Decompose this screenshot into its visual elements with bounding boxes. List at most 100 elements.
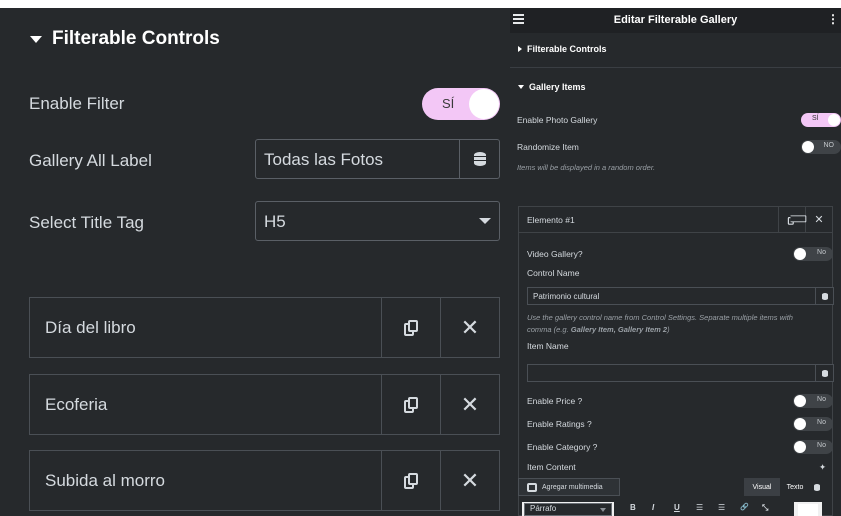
duplicate-button[interactable]	[381, 298, 440, 357]
close-icon: ✕	[460, 314, 480, 340]
control-name-label: Control Name	[527, 268, 580, 278]
list-item-label: Día del libro	[45, 317, 136, 337]
dynamic-tags-button[interactable]	[815, 288, 833, 304]
tab-visual[interactable]: Visual	[744, 478, 780, 496]
enable-photo-gallery-toggle[interactable]: SÍ	[801, 113, 841, 127]
title-tag-value: H5	[264, 212, 286, 231]
enable-price-label: Enable Price ?	[527, 396, 583, 406]
video-gallery-label: Video Gallery?	[527, 249, 583, 259]
italic-button[interactable]: I	[652, 503, 654, 512]
enable-filter-label: Enable Filter	[29, 94, 125, 113]
filterable-controls-section[interactable]: Filterable Controls	[518, 44, 607, 54]
format-select-value: Párrafo	[530, 504, 557, 513]
database-icon	[821, 369, 828, 377]
remove-button[interactable]: ✕	[440, 375, 499, 434]
select-title-tag-label: Select Title Tag	[29, 213, 144, 232]
enable-price-toggle[interactable]: No	[793, 394, 833, 408]
remove-button[interactable]: ✕	[805, 207, 832, 232]
add-media-label: Agregar multimedia	[542, 483, 603, 491]
dynamic-tags-button[interactable]	[459, 140, 499, 178]
bold-button[interactable]: B	[630, 503, 636, 512]
toggle-text: No	[817, 419, 826, 426]
item-name-input[interactable]	[527, 364, 834, 382]
dynamic-tags-button[interactable]	[815, 365, 833, 381]
more-options-icon[interactable]: ⋮	[827, 12, 839, 26]
media-icon	[527, 482, 537, 492]
control-note-line-1: Use the gallery control name from Contro…	[527, 313, 793, 322]
filterable-controls-section-header[interactable]: Filterable Controls	[30, 28, 220, 50]
caret-down-icon	[30, 35, 42, 43]
item-content-label: Item Content	[527, 462, 576, 472]
paragraph-format-select[interactable]: Párrafo	[524, 503, 612, 516]
panel-title: Editar Filterable Gallery	[613, 14, 738, 26]
close-icon: ✕	[460, 391, 480, 417]
list-item[interactable]: Ecoferia ✕	[29, 374, 500, 435]
toggle-knob	[802, 141, 814, 153]
bullet-list-button[interactable]: ☰	[696, 503, 703, 512]
tab-texto[interactable]: Texto	[782, 478, 808, 496]
repeater-item-header[interactable]: Elemento #1 ✕	[518, 206, 833, 233]
copy-icon	[787, 214, 807, 225]
section-title: Filterable Controls	[52, 28, 220, 49]
database-icon	[821, 292, 828, 300]
toggle-knob	[469, 89, 499, 119]
toggle-text: SÍ	[442, 96, 455, 111]
enable-filter-toggle[interactable]: SÍ	[422, 88, 500, 120]
gallery-all-label: Gallery All Label	[29, 151, 152, 170]
screenshot: Filterable Controls Enable Filter SÍ Gal…	[0, 0, 841, 516]
duplicate-button[interactable]	[381, 375, 440, 434]
list-item-label: Ecoferia	[45, 394, 108, 414]
panel-header: Editar Filterable Gallery ⋮	[510, 8, 841, 33]
dynamic-tags-button[interactable]	[809, 478, 825, 496]
list-item[interactable]: Día del libro ✕	[29, 297, 500, 358]
randomize-item-label: Randomize Item	[517, 142, 579, 152]
enable-category-label: Enable Category ?	[527, 442, 598, 452]
control-name-input[interactable]: Patrimonio cultural	[527, 287, 834, 305]
toolbar-toggle-button[interactable]	[798, 504, 818, 516]
section-label: Filterable Controls	[527, 44, 607, 54]
enable-category-toggle[interactable]: No	[793, 440, 833, 454]
repeater-item-title: Elemento #1	[527, 214, 575, 225]
enable-ratings-label: Enable Ratings ?	[527, 419, 592, 429]
toggle-knob	[794, 395, 806, 407]
right-panel: Editar Filterable Gallery ⋮ Filterable C…	[510, 8, 841, 516]
chevron-down-icon	[479, 218, 491, 224]
randomize-note: Items will be displayed in a random orde…	[517, 163, 656, 172]
gallery-items-section[interactable]: Gallery Items	[518, 82, 586, 92]
database-icon	[473, 152, 486, 166]
control-note-line-2: comma (e.g. Gallery Item, Gallery Item 2…	[527, 325, 670, 334]
chevron-down-icon	[600, 508, 606, 512]
gallery-all-input[interactable]: Todas las Fotos	[255, 139, 500, 179]
title-tag-select[interactable]: H5	[255, 201, 500, 241]
enable-photo-gallery-label: Enable Photo Gallery	[517, 115, 598, 125]
toggle-text: No	[817, 249, 826, 256]
close-icon: ✕	[814, 214, 824, 226]
add-media-button[interactable]: Agregar multimedia	[518, 478, 620, 496]
toggle-text: NO	[823, 142, 835, 149]
fullscreen-button[interactable]: ⤡	[762, 503, 768, 513]
caret-down-icon	[518, 85, 524, 89]
copy-icon	[404, 396, 418, 413]
video-gallery-toggle[interactable]: No	[793, 247, 833, 261]
toggle-text: No	[817, 442, 826, 449]
duplicate-button[interactable]	[381, 451, 440, 510]
list-item[interactable]: Subida al morro ✕	[29, 450, 500, 511]
copy-icon	[404, 319, 418, 336]
copy-icon	[404, 472, 418, 489]
underline-button[interactable]: U	[674, 503, 680, 512]
ai-sparkle-icon[interactable]: ✦	[819, 462, 826, 473]
editor-toolbar: Agregar multimedia Visual Texto	[518, 478, 825, 496]
link-button[interactable]: 🔗	[740, 503, 749, 511]
duplicate-button[interactable]	[778, 207, 807, 232]
toggle-knob	[794, 441, 806, 453]
remove-button[interactable]: ✕	[440, 451, 499, 510]
section-label: Gallery Items	[529, 82, 586, 92]
toggle-text: SÍ	[812, 115, 819, 122]
database-icon	[814, 483, 820, 491]
randomize-item-toggle[interactable]: NO	[801, 140, 841, 154]
toggle-knob	[794, 418, 806, 430]
enable-ratings-toggle[interactable]: No	[793, 417, 833, 431]
remove-button[interactable]: ✕	[440, 298, 499, 357]
numbered-list-button[interactable]: ☰	[718, 503, 725, 512]
list-item-label: Subida al morro	[45, 470, 166, 490]
